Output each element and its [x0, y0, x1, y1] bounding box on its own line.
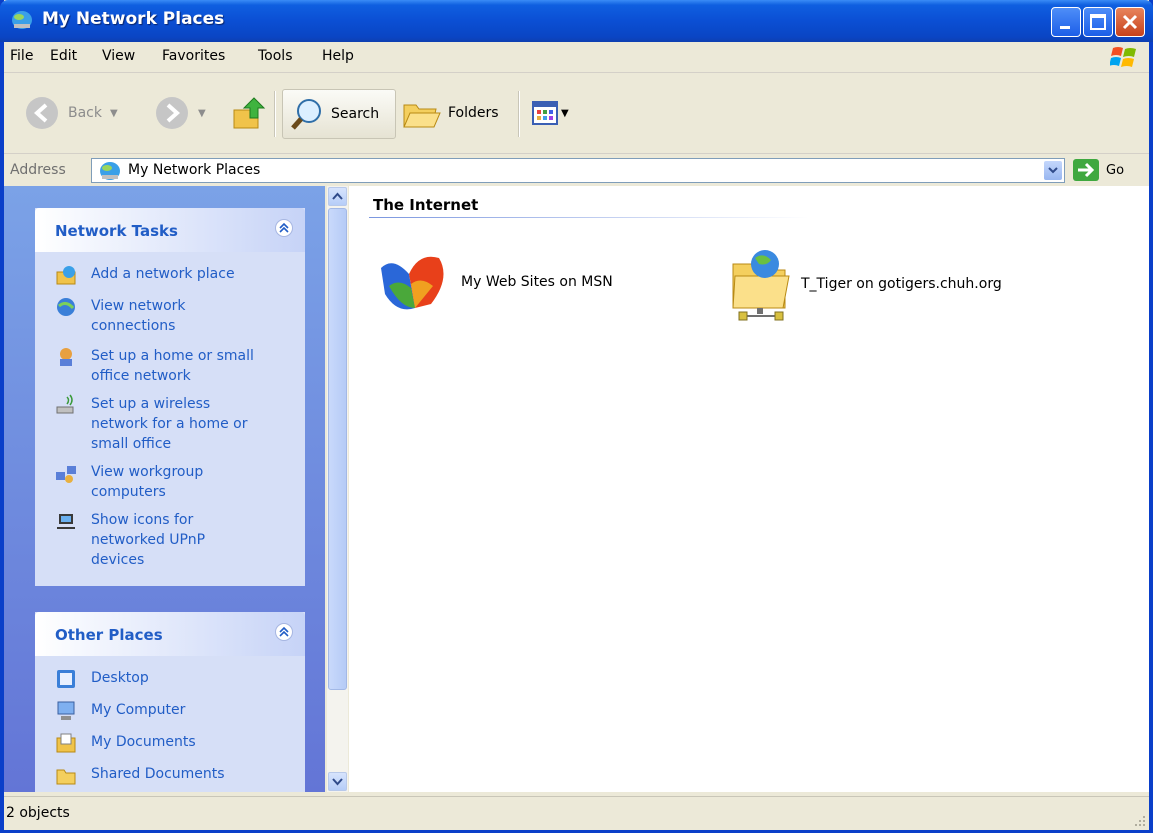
- forward-button[interactable]: ▼: [154, 95, 206, 131]
- other-places-title: Other Places: [55, 626, 163, 644]
- windows-logo-icon: [1110, 47, 1136, 67]
- other-places-header[interactable]: Other Places: [35, 612, 305, 656]
- chevron-up-icon: [332, 192, 343, 200]
- explorer-window: My Network Places File Edit View Favorit…: [0, 0, 1153, 833]
- views-icon: [532, 101, 558, 125]
- my-computer-icon: [57, 701, 75, 720]
- item-label: T_Tiger on gotigers.chuh.org: [801, 276, 1002, 292]
- menu-edit[interactable]: Edit: [50, 48, 77, 64]
- task-setup-wireless-network[interactable]: Set up a wireless network for a home or …: [55, 394, 271, 454]
- address-input[interactable]: My Network Places: [91, 158, 1065, 183]
- desktop-icon: [57, 670, 75, 688]
- task-pane: Network Tasks Add a network place View n…: [4, 186, 325, 792]
- my-documents-icon: [56, 733, 76, 753]
- item-my-web-sites-msn[interactable]: My Web Sites on MSN: [375, 248, 613, 316]
- task-show-upnp-icons[interactable]: Show icons for networked UPnP devices: [55, 510, 231, 570]
- home-network-icon: [60, 348, 72, 366]
- collapse-chevron-icon[interactable]: [275, 623, 293, 641]
- address-bar: Address My Network Places Go: [4, 154, 1149, 186]
- place-desktop[interactable]: Desktop: [55, 668, 149, 690]
- back-dropdown-icon[interactable]: ▼: [110, 108, 118, 119]
- item-label: My Web Sites on MSN: [461, 274, 613, 290]
- status-text: 2 objects: [6, 805, 70, 821]
- task-add-network-place[interactable]: Add a network place: [55, 264, 291, 286]
- network-tasks-panel: Network Tasks Add a network place View n…: [35, 208, 305, 586]
- wireless-network-icon: [56, 394, 74, 414]
- network-tasks-header[interactable]: Network Tasks: [35, 208, 305, 252]
- msn-butterfly-icon: [381, 256, 444, 310]
- scroll-down-button[interactable]: [328, 772, 347, 791]
- network-places-icon: [100, 162, 120, 180]
- forward-dropdown-icon[interactable]: ▼: [198, 108, 206, 119]
- task-view-workgroup-computers[interactable]: View workgroup computers: [55, 462, 231, 502]
- group-header: The Internet: [373, 196, 479, 214]
- other-places-panel: Other Places Desktop My Computer My Docu…: [35, 612, 305, 792]
- title-bar[interactable]: My Network Places: [0, 0, 1153, 42]
- folders-button[interactable]: Folders: [402, 95, 499, 131]
- content-area[interactable]: The Internet My Web Sites on MSN T_Tiger…: [349, 186, 1149, 792]
- close-icon: [1122, 14, 1138, 30]
- task-pane-scrollbar[interactable]: [327, 186, 348, 792]
- maximize-icon: [1090, 14, 1106, 30]
- address-label: Address: [10, 162, 66, 178]
- menu-help[interactable]: Help: [322, 48, 354, 64]
- address-value: My Network Places: [128, 162, 261, 178]
- minimize-icon: [1060, 26, 1070, 29]
- status-bar: 2 objects: [4, 796, 1149, 830]
- chevron-down-icon: [1048, 167, 1058, 174]
- folders-label: Folders: [448, 105, 499, 121]
- menu-view[interactable]: View: [102, 48, 135, 64]
- menu-favorites[interactable]: Favorites: [162, 48, 225, 64]
- menu-bar: File Edit View Favorites Tools Help: [4, 42, 1149, 73]
- upnp-icon: [57, 514, 75, 529]
- search-icon: [291, 99, 321, 130]
- menu-tools[interactable]: Tools: [258, 48, 293, 64]
- group-divider: [369, 217, 809, 218]
- chevron-down-icon: [332, 778, 343, 786]
- toolbar: Back ▼ ▼ Search Folders ▼: [4, 73, 1149, 154]
- add-network-place-icon: [56, 266, 76, 285]
- go-arrow-icon: [1073, 159, 1099, 181]
- collapse-chevron-icon[interactable]: [275, 219, 293, 237]
- network-tasks-title: Network Tasks: [55, 222, 178, 240]
- views-dropdown-icon[interactable]: ▼: [561, 108, 569, 119]
- go-button[interactable]: Go: [1072, 158, 1124, 182]
- shared-documents-icon: [56, 769, 76, 785]
- search-button[interactable]: Search: [282, 89, 396, 139]
- place-my-computer[interactable]: My Computer: [55, 700, 185, 722]
- search-label: Search: [331, 106, 380, 122]
- maximize-button[interactable]: [1083, 7, 1113, 37]
- network-places-icon: [12, 11, 32, 29]
- task-setup-home-network[interactable]: Set up a home or small office network: [55, 346, 271, 386]
- network-connections-icon: [57, 298, 75, 316]
- up-folder-button[interactable]: [230, 95, 268, 131]
- back-button[interactable]: Back ▼: [24, 95, 118, 131]
- minimize-button[interactable]: [1051, 7, 1081, 37]
- window-title: My Network Places: [42, 9, 225, 29]
- place-my-documents[interactable]: My Documents: [55, 732, 196, 754]
- back-label: Back: [68, 105, 102, 121]
- network-folder-icon: [732, 250, 790, 321]
- folders-icon: [403, 104, 441, 128]
- workgroup-icon: [56, 466, 76, 483]
- place-shared-documents[interactable]: Shared Documents: [55, 764, 225, 786]
- item-t-tiger-gotigers[interactable]: T_Tiger on gotigers.chuh.org: [729, 246, 1002, 322]
- scroll-thumb[interactable]: [328, 208, 347, 690]
- up-folder-icon: [233, 97, 266, 129]
- resize-grip-icon[interactable]: [1133, 814, 1147, 828]
- close-button[interactable]: [1115, 7, 1145, 37]
- scroll-up-button[interactable]: [328, 187, 347, 206]
- forward-arrow-icon: [156, 97, 188, 129]
- menu-file[interactable]: File: [10, 48, 33, 64]
- task-view-network-connections[interactable]: View network connections: [55, 296, 221, 336]
- back-arrow-icon: [26, 97, 58, 129]
- views-button[interactable]: ▼: [532, 95, 569, 131]
- go-label: Go: [1106, 162, 1125, 178]
- address-dropdown-button[interactable]: [1044, 161, 1062, 180]
